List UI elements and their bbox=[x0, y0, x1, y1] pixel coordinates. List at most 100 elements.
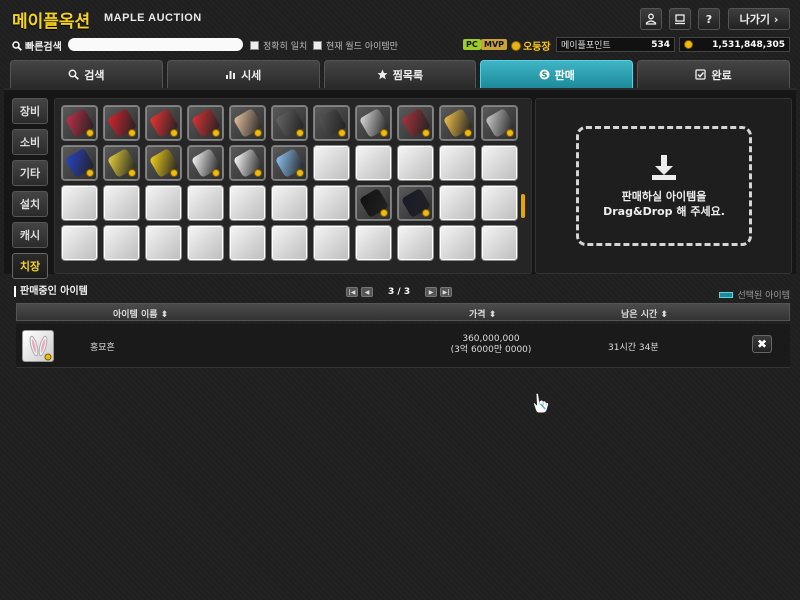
item-price-korean: (3억 6000만 0000) bbox=[450, 345, 532, 355]
category-use[interactable]: 소비 bbox=[12, 129, 48, 155]
exit-button[interactable]: 나가기 › bbox=[728, 8, 790, 30]
col-header-name[interactable]: 아이템 이름 ⬍ bbox=[113, 307, 168, 320]
tab-label: 시세 bbox=[241, 68, 262, 82]
inventory-slot-empty[interactable] bbox=[397, 225, 434, 261]
inventory-slot-empty[interactable] bbox=[61, 185, 98, 221]
checkbox-box bbox=[313, 41, 322, 50]
pager: |◀ ◀ 3 / 3 ▶ ▶| bbox=[346, 287, 453, 297]
inventory-slot-item[interactable] bbox=[61, 145, 98, 181]
inventory-slot-item[interactable] bbox=[355, 185, 392, 221]
search-row: 빠른검색 정확히 일치 현재 월드 아이템만 PC MVP 오둥장 메이플포인트… bbox=[0, 34, 800, 56]
inventory-slot-empty[interactable] bbox=[439, 225, 476, 261]
tab-label: 찜목록 bbox=[392, 68, 424, 82]
inventory-slot-item[interactable] bbox=[103, 105, 140, 141]
coin-icon bbox=[128, 169, 136, 177]
table-row[interactable]: 홍묘흔 360,000,000 (3억 6000만 0000) 31시간 34분… bbox=[16, 324, 790, 368]
inventory-slot-item[interactable] bbox=[61, 105, 98, 141]
inventory-slot-item[interactable] bbox=[397, 185, 434, 221]
inventory-slot-empty[interactable] bbox=[103, 185, 140, 221]
coin-icon bbox=[86, 169, 94, 177]
inventory-slot-item[interactable] bbox=[481, 105, 518, 141]
inventory-slot-empty[interactable] bbox=[187, 225, 224, 261]
coin-icon bbox=[254, 129, 262, 137]
inventory-slot-empty[interactable] bbox=[145, 225, 182, 261]
inventory-slot-item[interactable] bbox=[187, 145, 224, 181]
exact-match-checkbox[interactable]: 정확히 일치 bbox=[250, 39, 307, 52]
inventory-slot-empty[interactable] bbox=[439, 185, 476, 221]
last-page-button[interactable]: ▶| bbox=[440, 287, 453, 297]
inventory-slot-empty[interactable] bbox=[271, 185, 308, 221]
category-etc[interactable]: 기타 bbox=[12, 160, 48, 186]
next-page-button[interactable]: ▶ bbox=[425, 287, 438, 297]
inventory-slot-item[interactable] bbox=[229, 105, 266, 141]
inventory-slot-empty[interactable] bbox=[355, 145, 392, 181]
first-page-button[interactable]: |◀ bbox=[346, 287, 358, 297]
tab-sell[interactable]: S 판매 bbox=[480, 60, 634, 88]
inventory-slot-item[interactable] bbox=[271, 145, 308, 181]
drag-drop-zone[interactable]: 판매하실 아이템을 Drag&Drop 해 주세요. bbox=[576, 126, 752, 246]
inventory-slot-item[interactable] bbox=[355, 105, 392, 141]
inventory-slot-empty[interactable] bbox=[481, 185, 518, 221]
prev-page-button[interactable]: ◀ bbox=[361, 287, 373, 297]
inventory-slot-empty[interactable] bbox=[229, 225, 266, 261]
inventory-slot-empty[interactable] bbox=[397, 145, 434, 181]
inventory-slot-empty[interactable] bbox=[481, 225, 518, 261]
inventory-scrollbar[interactable] bbox=[521, 194, 525, 218]
storage-button[interactable] bbox=[669, 8, 691, 30]
inventory-slot-empty[interactable] bbox=[313, 225, 350, 261]
sell-main-panel: 장비 소비 기타 설치 캐시 치장 판매하실 아이템을 Drag&Drop 해 … bbox=[4, 88, 796, 279]
inventory-slot-empty[interactable] bbox=[355, 225, 392, 261]
tab-search[interactable]: 검색 bbox=[10, 60, 163, 88]
inventory-slot-empty[interactable] bbox=[313, 185, 350, 221]
inventory-slot-empty[interactable] bbox=[187, 185, 224, 221]
category-equip[interactable]: 장비 bbox=[12, 98, 48, 124]
maple-point-value: 534 bbox=[651, 39, 670, 50]
inventory-slot-item[interactable] bbox=[145, 105, 182, 141]
inventory-slot-empty[interactable] bbox=[229, 185, 266, 221]
maple-point-box: 메이플포인트 534 bbox=[556, 37, 675, 52]
item-time-left: 31시간 34분 bbox=[608, 343, 659, 353]
selling-section: 판매중인 아이템 |◀ ◀ 3 / 3 ▶ ▶| 선택된 아이템 아이템 이름 … bbox=[10, 282, 790, 372]
item-icon-bunny-ears bbox=[22, 330, 54, 362]
item-price: 360,000,000 (3억 6000만 0000) bbox=[426, 334, 556, 356]
drop-panel: 판매하실 아이템을 Drag&Drop 해 주세요. bbox=[535, 98, 792, 274]
character-button[interactable] bbox=[640, 8, 662, 30]
category-cosmetic[interactable]: 치장 bbox=[12, 253, 48, 279]
selling-table-header: 아이템 이름 ⬍ 가격 ⬍ 남은 시간 ⬍ bbox=[16, 303, 790, 321]
quick-search-input[interactable] bbox=[68, 38, 243, 51]
tab-wishlist[interactable]: 찜목록 bbox=[323, 60, 477, 88]
item-price-number: 360,000,000 bbox=[462, 334, 520, 344]
inventory-slot-item[interactable] bbox=[103, 145, 140, 181]
hand-cursor-icon bbox=[532, 392, 550, 414]
col-header-time[interactable]: 남은 시간 ⬍ bbox=[621, 307, 668, 320]
category-cash[interactable]: 캐시 bbox=[12, 222, 48, 248]
tab-market-price[interactable]: 시세 bbox=[166, 60, 320, 88]
inventory-slot-empty[interactable] bbox=[103, 225, 140, 261]
current-world-checkbox[interactable]: 현재 월드 아이템만 bbox=[313, 39, 398, 52]
category-setup[interactable]: 설치 bbox=[12, 191, 48, 217]
help-label: ? bbox=[705, 12, 713, 26]
inventory-slot-empty[interactable] bbox=[481, 145, 518, 181]
inventory-slot-item[interactable] bbox=[313, 105, 350, 141]
coin-icon bbox=[170, 129, 178, 137]
quick-search-label: 빠른검색 bbox=[12, 38, 62, 53]
inventory-slot-item[interactable] bbox=[397, 105, 434, 141]
inventory-slot-empty[interactable] bbox=[145, 185, 182, 221]
coin-icon bbox=[338, 129, 346, 137]
inventory-slot-empty[interactable] bbox=[61, 225, 98, 261]
checkbox-box bbox=[250, 41, 259, 50]
inventory-slot-item[interactable] bbox=[187, 105, 224, 141]
inventory-slot-empty[interactable] bbox=[271, 225, 308, 261]
cancel-sale-button[interactable]: ✖ bbox=[752, 335, 772, 353]
inventory-slot-item[interactable] bbox=[145, 145, 182, 181]
download-icon bbox=[652, 155, 676, 180]
tab-completed[interactable]: 완료 bbox=[637, 60, 790, 88]
inventory-slot-item[interactable] bbox=[229, 145, 266, 181]
inventory-slot-empty[interactable] bbox=[439, 145, 476, 181]
person-icon bbox=[645, 13, 657, 25]
help-button[interactable]: ? bbox=[698, 8, 720, 30]
inventory-slot-empty[interactable] bbox=[313, 145, 350, 181]
inventory-slot-item[interactable] bbox=[271, 105, 308, 141]
col-header-price[interactable]: 가격 ⬍ bbox=[469, 307, 496, 320]
inventory-slot-item[interactable] bbox=[439, 105, 476, 141]
